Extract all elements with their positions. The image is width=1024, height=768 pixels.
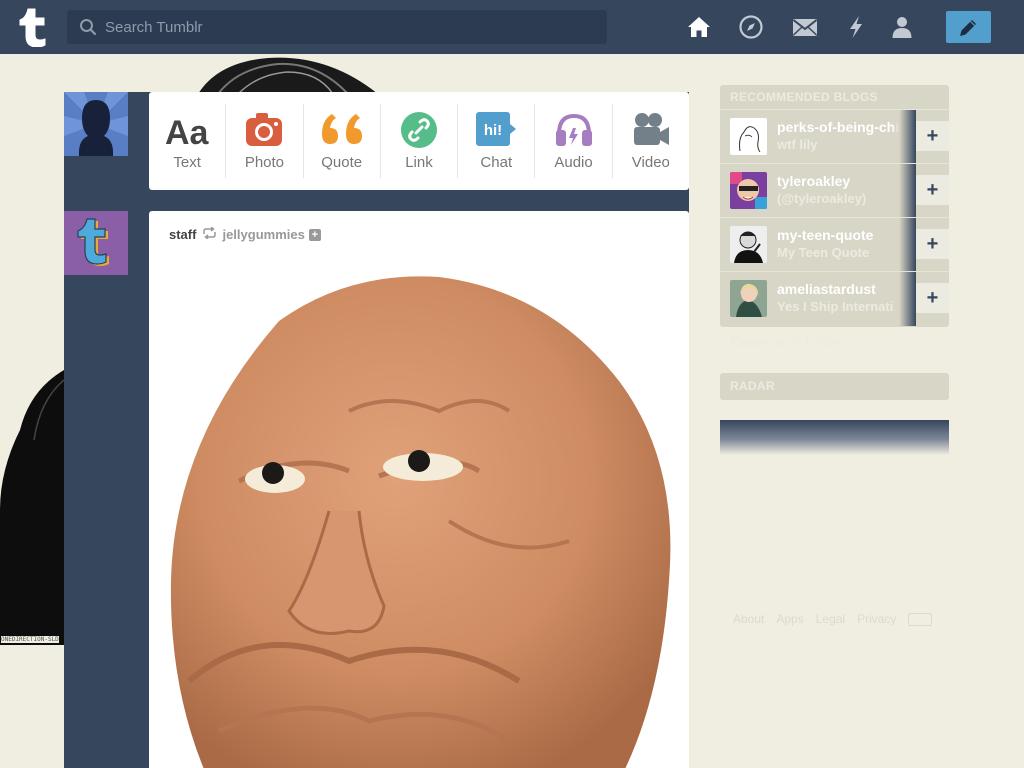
recommended-blog-item[interactable]: ameliastardust Yes I Ship Internati +: [720, 271, 949, 326]
compass-icon[interactable]: [738, 14, 764, 40]
blog-name: tyleroakley: [777, 173, 851, 189]
blog-subtitle: (@tyleroakley): [777, 191, 867, 206]
home-icon[interactable]: [686, 14, 712, 40]
post-type-label: Audio: [554, 154, 593, 171]
post-type-label: Quote: [321, 154, 363, 171]
link-icon: [400, 112, 437, 148]
follow-blog-button[interactable]: +: [916, 229, 949, 259]
follow-blog-button[interactable]: +: [916, 121, 949, 151]
blog-avatar: [730, 280, 767, 317]
blog-name: ameliastardust: [777, 281, 876, 297]
post-type-label: Link: [405, 154, 433, 171]
chat-icon: hi!: [476, 112, 517, 146]
post-type-video[interactable]: Video: [613, 104, 689, 178]
post-type-label: Photo: [244, 154, 285, 171]
camera-icon: [246, 113, 283, 146]
sidebar-footer: About Apps Legal Privacy: [733, 612, 933, 626]
follow-blog-button[interactable]: +: [916, 283, 949, 313]
search-box[interactable]: [67, 10, 607, 44]
blog-avatar: [730, 118, 767, 155]
recommended-blog-item[interactable]: perks-of-being-chr wtf lily +: [720, 109, 949, 164]
reblog-icon: [202, 226, 217, 242]
recommended-blog-item[interactable]: tyleroakley (@tyleroakley) +: [720, 163, 949, 218]
post-type-label: Chat: [480, 154, 513, 171]
post-header: staff jellygummies +: [169, 226, 321, 242]
radar-panel-header: RADAR: [720, 373, 949, 400]
post-author-link[interactable]: staff: [169, 227, 196, 242]
headphones-icon: [555, 113, 592, 146]
blog-subtitle: wtf lily: [777, 137, 818, 152]
top-navigation-bar: [0, 0, 1024, 54]
blog-name-fade: [892, 110, 916, 164]
post-type-text[interactable]: Aa Text: [149, 104, 227, 178]
svg-text:hi!: hi!: [484, 122, 502, 139]
explore-tumblr-link[interactable]: Explore all of Tumblr: [731, 335, 840, 349]
video-camera-icon: [633, 113, 669, 145]
post-photo[interactable]: [149, 261, 689, 768]
background-head-art: [198, 54, 378, 94]
svg-text:Aa: Aa: [165, 114, 210, 150]
footer-about-link[interactable]: About: [733, 612, 764, 626]
radar-title: RADAR: [730, 379, 775, 393]
post-type-link[interactable]: Link: [381, 104, 459, 178]
blog-avatar: [730, 226, 767, 263]
staff-avatar[interactable]: [64, 211, 128, 275]
blog-name: perks-of-being-chr: [777, 119, 901, 135]
post-type-label: Text: [173, 154, 201, 171]
post-type-audio[interactable]: Audio: [535, 104, 613, 178]
lightning-icon[interactable]: [843, 14, 869, 40]
text-icon: Aa: [165, 114, 210, 150]
blog-subtitle: My Teen Quote: [777, 245, 870, 260]
pencil-icon: [960, 20, 976, 36]
blog-name-fade: [892, 218, 916, 272]
footer-privacy-link[interactable]: Privacy: [857, 612, 896, 626]
follow-blog-button[interactable]: +: [916, 175, 949, 205]
my-avatar[interactable]: [64, 92, 128, 156]
recommended-blog-item[interactable]: my-teen-quote My Teen Quote +: [720, 217, 949, 272]
post-source-link[interactable]: jellygummies: [222, 227, 304, 242]
post-type-chat[interactable]: hi! Chat: [458, 104, 536, 178]
background-caption: ONEDIRECTION-SLD: [1, 636, 59, 643]
footer-apps-link[interactable]: Apps: [776, 612, 803, 626]
recommended-blogs-title: RECOMMENDED BLOGS: [730, 90, 878, 104]
radar-image[interactable]: [720, 420, 949, 455]
blog-name-fade: [892, 164, 916, 218]
post-type-photo[interactable]: Photo: [226, 104, 304, 178]
search-icon: [79, 18, 97, 36]
keyboard-shortcuts-icon[interactable]: [908, 613, 933, 626]
quote-icon: [321, 114, 362, 144]
blog-name: my-teen-quote: [777, 227, 874, 243]
background-figure-art: [0, 370, 64, 645]
footer-legal-link[interactable]: Legal: [816, 612, 845, 626]
search-input[interactable]: [105, 10, 595, 44]
dashboard-post: staff jellygummies +: [149, 211, 689, 768]
blog-subtitle: Yes I Ship Internati: [777, 299, 894, 314]
follow-source-button[interactable]: +: [308, 228, 321, 241]
person-icon[interactable]: [889, 14, 915, 40]
blog-avatar: [730, 172, 767, 209]
post-type-selector: Aa Text Photo Quote Link hi! Chat Audio …: [149, 92, 689, 190]
post-type-label: Video: [631, 154, 670, 171]
blog-name-fade: [892, 272, 916, 326]
mail-icon[interactable]: [792, 14, 818, 40]
post-type-quote[interactable]: Quote: [304, 104, 381, 178]
recommended-blogs-panel: RECOMMENDED BLOGS perks-of-being-chr wtf…: [720, 85, 949, 327]
compose-button[interactable]: [946, 11, 991, 43]
tumblr-logo-icon[interactable]: [18, 7, 50, 48]
